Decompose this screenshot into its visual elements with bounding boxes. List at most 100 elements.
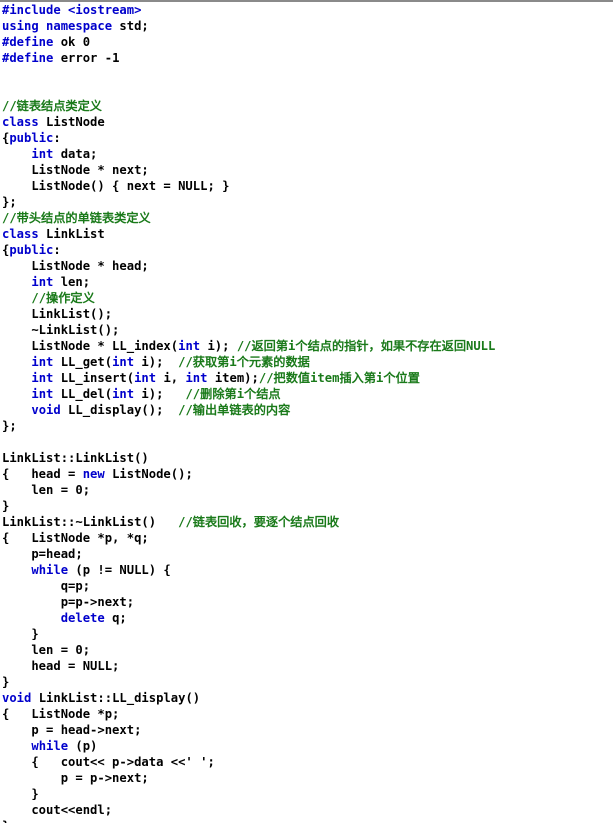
code-line: #include <iostream> bbox=[2, 2, 613, 18]
code-line: { cout<< p->data <<' '; bbox=[2, 754, 613, 770]
code-line: } bbox=[2, 786, 613, 802]
code-text-area[interactable]: #include <iostream> using namespace std; #… bbox=[0, 2, 613, 823]
code-token-plain: LinkList bbox=[38, 227, 105, 241]
code-line: //链表结点类定义 bbox=[2, 98, 613, 114]
code-token-plain: ListNode bbox=[38, 115, 105, 129]
code-token-cmt: //返回第i个结点的指针，如果不存在返回NULL bbox=[236, 339, 496, 353]
code-token-kw: void bbox=[2, 691, 32, 705]
code-token-plain: } bbox=[2, 819, 9, 823]
code-token-kw: class bbox=[2, 227, 39, 241]
code-token-plain: LL_del( bbox=[53, 387, 113, 401]
code-token-cmt: //获取第i个元素的数据 bbox=[178, 355, 310, 369]
code-token-plain: } bbox=[2, 627, 39, 641]
code-line: len = 0; bbox=[2, 642, 613, 658]
code-token-plain: (p) bbox=[68, 739, 98, 753]
code-line: } bbox=[2, 818, 613, 823]
code-token-kw: public bbox=[9, 131, 54, 145]
code-token-cmt: //链表回收，要逐个结点回收 bbox=[178, 515, 340, 529]
code-token-plain: ListNode * head; bbox=[2, 259, 149, 273]
code-token-plain: } bbox=[2, 787, 39, 801]
code-token-plain: LL_insert( bbox=[53, 371, 135, 385]
code-line: while (p != NULL) { bbox=[2, 562, 613, 578]
code-token-plain: i); bbox=[134, 387, 186, 401]
code-token-cmt: //删除第i个结点 bbox=[185, 387, 281, 401]
code-token-kw: void bbox=[31, 403, 61, 417]
code-token-plain: LinkList(); bbox=[2, 307, 113, 321]
code-token-plain: p = head->next; bbox=[2, 723, 142, 737]
code-line: { head = new ListNode(); bbox=[2, 466, 613, 482]
code-token-cmt: //输出单链表的内容 bbox=[178, 403, 291, 417]
code-line: //带头结点的单链表类定义 bbox=[2, 210, 613, 226]
code-token-plain: { ListNode *p; bbox=[2, 707, 120, 721]
code-token-plain: item); bbox=[207, 371, 259, 385]
code-token-plain: }; bbox=[2, 195, 17, 209]
code-token-plain: ListNode() { next = NULL; } bbox=[2, 179, 230, 193]
code-line: void LinkList::LL_display() bbox=[2, 690, 613, 706]
code-token-cmt: //链表结点类定义 bbox=[2, 99, 102, 113]
code-line: }; bbox=[2, 418, 613, 434]
code-token-cmt: //带头结点的单链表类定义 bbox=[2, 211, 151, 225]
code-token-plain: } bbox=[2, 499, 10, 513]
code-token-plain: : bbox=[53, 131, 61, 145]
code-token-kw: int bbox=[31, 147, 54, 161]
code-line: {public: bbox=[2, 242, 613, 258]
code-line: LinkList::~LinkList() //链表回收，要逐个结点回收 bbox=[2, 514, 613, 530]
code-token-plain: { cout<< p->data <<' '; bbox=[2, 755, 215, 769]
code-token-plain: LL_display(); bbox=[60, 403, 179, 417]
code-token-plain: (p != NULL) { bbox=[68, 563, 171, 577]
code-token-plain: ListNode * LL_index( bbox=[2, 339, 179, 353]
code-line: { ListNode *p; bbox=[2, 706, 613, 722]
code-line: } bbox=[2, 498, 613, 514]
code-token-plain: len = 0; bbox=[2, 483, 91, 497]
code-token-plain: p = p->next; bbox=[2, 771, 149, 785]
code-token-plain: i); bbox=[134, 355, 179, 369]
code-token-plain: LL_get( bbox=[53, 355, 113, 369]
code-line: {public: bbox=[2, 130, 613, 146]
code-token-plain: ListNode * next; bbox=[2, 163, 149, 177]
code-line: #define ok 0 bbox=[2, 34, 613, 50]
code-token-kw: while bbox=[31, 739, 69, 753]
code-token-kw: int bbox=[31, 355, 54, 369]
code-token-plain: } bbox=[2, 675, 10, 689]
code-token-plain: LinkList::LL_display() bbox=[31, 691, 201, 705]
code-token-plain: p=head; bbox=[2, 547, 83, 561]
code-token-plain: LinkList::LinkList() bbox=[2, 451, 149, 465]
code-token-kw: int bbox=[31, 387, 54, 401]
code-line: int LL_insert(int i, int item);//把数值item… bbox=[2, 370, 613, 386]
code-line: ListNode * next; bbox=[2, 162, 613, 178]
code-token-pp: #include <iostream> bbox=[2, 3, 142, 17]
code-token-kw: int bbox=[31, 371, 54, 385]
code-token-plain: data; bbox=[53, 147, 98, 161]
code-token-plain: error -1 bbox=[53, 51, 120, 65]
code-token-plain: }; bbox=[2, 419, 17, 433]
code-token-kw: int bbox=[134, 371, 157, 385]
code-token-kw: int bbox=[112, 387, 135, 401]
code-line: cout<<endl; bbox=[2, 802, 613, 818]
code-token-plain: ok 0 bbox=[53, 35, 91, 49]
code-token-kw: delete bbox=[60, 611, 105, 625]
code-line: p = p->next; bbox=[2, 770, 613, 786]
code-line: using namespace std; bbox=[2, 18, 613, 34]
code-line: while (p) bbox=[2, 738, 613, 754]
code-token-kw: class bbox=[2, 115, 39, 129]
code-token-plain: { ListNode *p, *q; bbox=[2, 531, 149, 545]
code-token-kw: public bbox=[9, 243, 54, 257]
code-line: //操作定义 bbox=[2, 290, 613, 306]
code-line: class LinkList bbox=[2, 226, 613, 242]
code-token-plain: len; bbox=[53, 275, 91, 289]
code-line: ~LinkList(); bbox=[2, 322, 613, 338]
code-token-plain: len = 0; bbox=[2, 643, 91, 657]
code-token-plain: q; bbox=[104, 611, 127, 625]
code-editor[interactable]: #include <iostream> using namespace std; #… bbox=[0, 0, 613, 823]
code-line: int data; bbox=[2, 146, 613, 162]
